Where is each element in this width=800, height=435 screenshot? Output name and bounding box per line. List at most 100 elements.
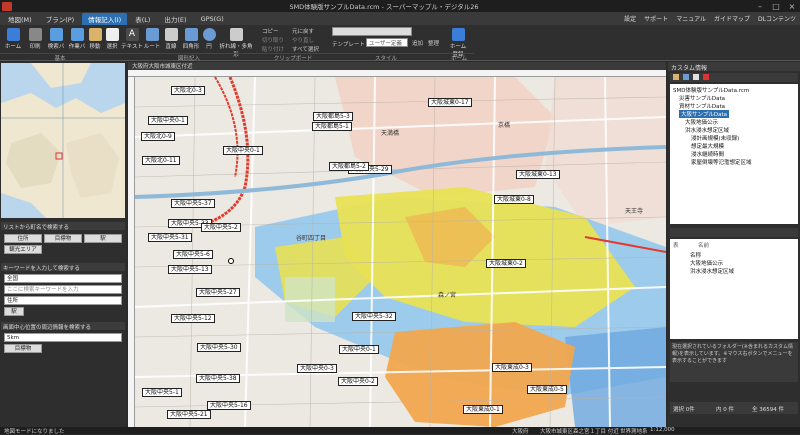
legend-item[interactable]: 名称: [690, 251, 701, 259]
settings-link[interactable]: 設定: [624, 14, 636, 23]
tree-item[interactable]: 浸計画規模(未収録): [691, 134, 739, 142]
map-label[interactable]: 大阪中央0-3: [297, 364, 337, 373]
route-button[interactable]: ルート: [143, 27, 161, 51]
guidemap-link[interactable]: ガイドマップ: [714, 14, 750, 23]
edit-icon[interactable]: [693, 74, 699, 80]
map-label[interactable]: 大阪中央5-2: [201, 223, 241, 232]
map-label[interactable]: 大阪中央5-37: [171, 199, 215, 208]
polyline-button[interactable]: 折れ線・多角形: [218, 27, 254, 58]
legend-item[interactable]: 大阪地価公示: [690, 259, 723, 267]
map-label[interactable]: 大阪東成0-5: [527, 385, 567, 394]
undo-button[interactable]: 元に戻す: [292, 27, 314, 35]
tree-item[interactable]: 災害サンプルData: [679, 94, 725, 102]
cut-button[interactable]: 切り取り: [262, 36, 284, 44]
keyword-input[interactable]: ここに検索キーワードを入力: [4, 285, 122, 294]
circle-button[interactable]: 円: [202, 27, 216, 51]
tab-output[interactable]: 出力(E): [158, 13, 192, 25]
maximize-button[interactable]: □: [768, 2, 784, 11]
tree-item[interactable]: 大阪地価公示: [685, 118, 718, 126]
map-label[interactable]: 大阪中央0-1: [148, 116, 188, 125]
map-label[interactable]: 大阪中央5-6: [173, 250, 213, 259]
map-label[interactable]: 大阪中央5-21: [167, 410, 211, 419]
home-button[interactable]: ホーム: [2, 27, 24, 51]
map-label[interactable]: 大阪北0-3: [171, 86, 205, 95]
tree-item[interactable]: 浸水継続時間: [691, 150, 724, 158]
overview-map[interactable]: [1, 63, 125, 218]
app-logo: [2, 1, 12, 11]
select-button[interactable]: 選択: [104, 27, 120, 51]
new-icon[interactable]: [683, 74, 689, 80]
manual-link[interactable]: マニュアル: [676, 14, 706, 23]
map-label[interactable]: 大阪東成0-3: [492, 363, 532, 372]
landmark-list-button[interactable]: 目標物: [44, 234, 82, 243]
map-label[interactable]: 大阪北0-11: [142, 156, 180, 165]
map-label[interactable]: 大阪都島5-2: [329, 162, 369, 171]
tree-item[interactable]: 家屋倒壊等氾濫想定区域: [691, 158, 752, 166]
map-label[interactable]: 大阪中央5-27: [196, 288, 240, 297]
dl-contents-link[interactable]: DLコンテンツ: [758, 14, 796, 23]
keyword-station-button[interactable]: 駅: [4, 307, 24, 316]
template-label: テンプレート: [332, 42, 365, 48]
arrange-style-button[interactable]: 整理: [428, 39, 439, 47]
close-button[interactable]: ×: [784, 2, 800, 11]
station-list-button[interactable]: 駅: [84, 234, 122, 243]
tree-item[interactable]: SMD体験版サンプルData.rcm: [673, 86, 749, 94]
print-button[interactable]: 印刷: [24, 27, 46, 51]
tree-item-selected[interactable]: 大阪サンプルData: [679, 110, 729, 118]
line-button[interactable]: 直線: [162, 27, 180, 51]
copy-button[interactable]: コピー: [262, 27, 279, 35]
map-label[interactable]: 大阪都島5-3: [313, 112, 353, 121]
sightseeing-area-button[interactable]: 観光エリア: [4, 245, 42, 254]
tab-info-entry[interactable]: 情報記入(I): [82, 12, 128, 25]
map-label[interactable]: 大阪中央0-1: [223, 146, 263, 155]
map-label[interactable]: 大阪中央5-1: [142, 388, 182, 397]
redo-button[interactable]: やり直し: [292, 36, 314, 44]
tree-item[interactable]: 資材サンプルData: [679, 102, 725, 110]
map-label[interactable]: 大阪中央0-1: [339, 345, 379, 354]
select-all-button[interactable]: すべて選択: [292, 45, 319, 53]
work-bar-button[interactable]: 作業バー: [67, 27, 87, 58]
map-label[interactable]: 大阪中央5-12: [171, 314, 215, 323]
tab-plan[interactable]: ブラン(P): [40, 13, 81, 25]
tree-item[interactable]: 想定最大規模: [691, 142, 724, 150]
search-bar-button[interactable]: 検索バー: [46, 27, 66, 58]
map-label[interactable]: 大阪中央0-2: [338, 377, 378, 386]
map-view[interactable]: 大阪府大阪市城東区付近 大阪北0-3 大阪中央0-1 大阪北0-9 大阪北0-1…: [128, 62, 666, 427]
map-label[interactable]: 大阪中央5-31: [148, 233, 192, 242]
nearby-landmark-button[interactable]: 目標物: [4, 344, 42, 353]
folder-icon[interactable]: [673, 74, 679, 80]
map-label[interactable]: 大阪城東0-17: [428, 98, 472, 107]
delete-icon[interactable]: [703, 74, 709, 80]
map-label[interactable]: 大阪中央5-32: [352, 312, 396, 321]
map-label[interactable]: 大阪中央5-13: [168, 265, 212, 274]
nearby-distance-select[interactable]: 5km: [4, 333, 122, 342]
map-label[interactable]: 大阪城東0-2: [486, 259, 526, 268]
rectangle-button[interactable]: 四角形: [181, 27, 201, 51]
tab-map[interactable]: 地図(M): [2, 13, 38, 25]
add-style-button[interactable]: 追加: [412, 39, 423, 47]
address-list-button[interactable]: 住所: [4, 234, 42, 243]
map-tab[interactable]: 大阪府大阪市城東区付近: [128, 62, 666, 70]
map-label[interactable]: 大阪城東0-13: [516, 170, 560, 179]
map-label[interactable]: 大阪城東0-8: [494, 195, 534, 204]
map-label[interactable]: 大阪中央5-38: [196, 374, 240, 383]
keyword-type-select[interactable]: 住所: [4, 296, 122, 305]
map-label[interactable]: 大阪北0-9: [141, 132, 175, 141]
template-select[interactable]: ユーザー定義: [366, 38, 408, 47]
tab-table[interactable]: 表(L): [129, 13, 156, 25]
map-label[interactable]: 大阪中央5-16: [207, 401, 251, 410]
minimize-button[interactable]: –: [752, 2, 768, 11]
tab-gps[interactable]: GPS(G): [195, 14, 230, 24]
map-label[interactable]: 大阪中央5-30: [197, 343, 241, 352]
style-preview[interactable]: [332, 27, 412, 36]
map-label[interactable]: 大阪東成0-1: [463, 405, 503, 414]
paste-button[interactable]: 貼り付け: [262, 45, 284, 53]
support-link[interactable]: サポート: [644, 14, 668, 23]
text-button[interactable]: A テキスト: [121, 27, 143, 51]
map-label[interactable]: 大阪都島5-1: [312, 122, 352, 131]
tree-item[interactable]: 洪水浸水想定区域: [685, 126, 729, 134]
legend-item[interactable]: 洪水浸水想定区域: [690, 267, 734, 275]
move-button[interactable]: 移動: [87, 27, 103, 51]
home-register-button[interactable]: ホーム登録: [448, 27, 468, 58]
keyword-category-select[interactable]: 全国: [4, 274, 122, 283]
